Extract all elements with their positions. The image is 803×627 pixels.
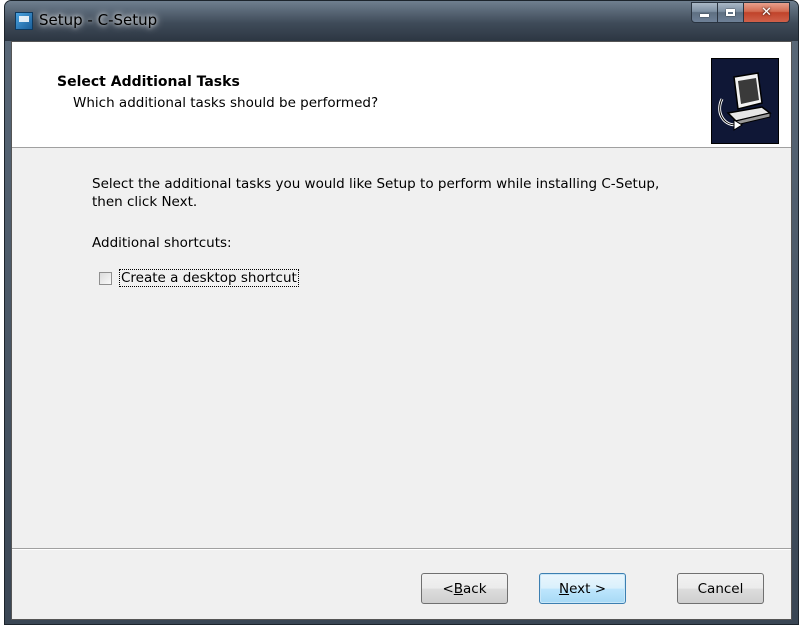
close-icon: ✕ xyxy=(761,5,772,20)
maximize-button[interactable] xyxy=(718,2,744,23)
back-label-rest: ack xyxy=(463,580,487,597)
desktop-shortcut-checkbox[interactable] xyxy=(99,271,112,285)
page-title: Select Additional Tasks xyxy=(57,74,240,90)
computer-install-icon xyxy=(711,58,779,144)
close-button[interactable]: ✕ xyxy=(744,2,790,23)
next-label-rest: ext > xyxy=(569,580,607,597)
next-access-key: N xyxy=(558,580,570,597)
wizard-client-area: Select Additional Tasks Which additional… xyxy=(11,41,792,620)
setup-app-icon xyxy=(15,12,33,30)
intro-line-2: then click Next. xyxy=(92,194,198,210)
title-bar[interactable]: Setup - C-Setup ✕ xyxy=(5,1,798,41)
minimize-icon xyxy=(700,14,709,17)
page-subtitle: Which additional tasks should be perform… xyxy=(73,95,379,111)
cancel-button[interactable]: Cancel xyxy=(677,573,764,604)
footer-divider xyxy=(12,548,791,550)
back-button[interactable]: < Back xyxy=(421,573,508,604)
back-label-prefix: < xyxy=(442,580,454,597)
maximize-icon xyxy=(726,9,735,16)
minimize-button[interactable] xyxy=(691,2,718,23)
additional-shortcuts-label: Additional shortcuts: xyxy=(92,235,232,251)
back-access-key: B xyxy=(453,580,464,597)
next-button[interactable]: Next > xyxy=(539,573,626,604)
window-title: Setup - C-Setup xyxy=(39,11,158,29)
wizard-header: Select Additional Tasks Which additional… xyxy=(12,42,791,148)
intro-text: Select the additional tasks you would li… xyxy=(92,175,752,211)
setup-window: Setup - C-Setup ✕ Select Additional Task… xyxy=(4,0,799,625)
desktop-shortcut-label[interactable]: Create a desktop shortcut xyxy=(119,269,299,287)
task-desktop-shortcut[interactable]: Create a desktop shortcut xyxy=(99,269,299,287)
caption-buttons: ✕ xyxy=(691,2,790,23)
intro-line-1: Select the additional tasks you would li… xyxy=(92,176,660,192)
